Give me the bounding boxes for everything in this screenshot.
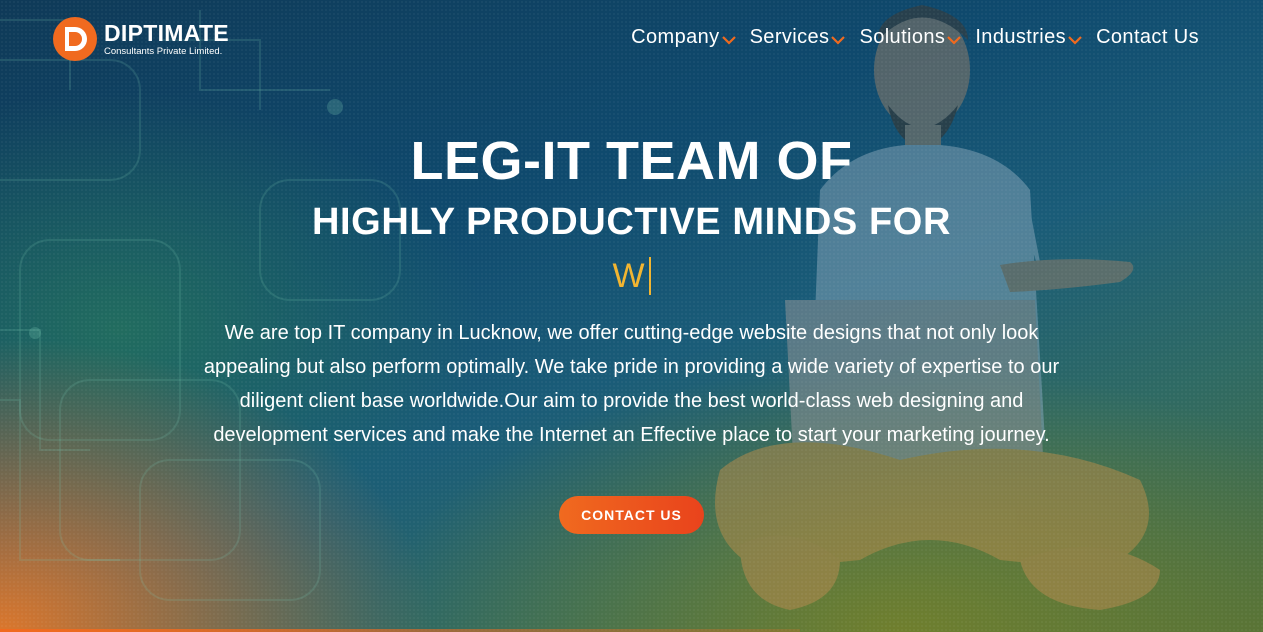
chevron-down-icon [721,35,736,45]
diptimate-logo-icon [53,17,97,61]
hero-description: We are top IT company in Lucknow, we off… [203,322,1060,446]
nav-item-label: Contact Us [1096,26,1199,48]
main-navigation: Company Services Solutions Industries Co… [631,26,1199,49]
chevron-down-icon [1068,35,1082,45]
chevron-down-icon [831,35,846,45]
nav-item-industries[interactable]: Industries [975,26,1082,49]
hero-content: LEG-IT TEAM OF HIGHLY PRODUCTIVE MINDS F… [0,128,1263,534]
brand-name: DIPTIMATE [104,19,229,46]
typed-text: W [612,257,645,295]
brand-logo[interactable]: DIPTIMATE Consultants Private Limited. [52,16,229,62]
typed-text-line: W [0,256,1263,296]
hero-section: DIPTIMATE Consultants Private Limited. C… [0,0,1263,632]
hero-headline: LEG-IT TEAM OF [410,131,853,191]
nav-item-services[interactable]: Services [750,26,846,49]
nav-item-label: Solutions [859,26,946,48]
chevron-down-icon [947,35,962,45]
nav-item-label: Industries [975,26,1067,48]
hero-subheadline: HIGHLY PRODUCTIVE MINDS FOR [311,201,952,243]
nav-item-company[interactable]: Company [631,26,736,49]
nav-item-label: Services [749,26,830,48]
typing-cursor [648,257,651,295]
brand-subtitle: Consultants Private Limited. [104,45,223,57]
nav-item-contact-us[interactable]: Contact Us [1096,26,1199,49]
nav-item-label: Company [631,26,720,48]
contact-us-button[interactable]: CONTACT US [559,496,704,534]
nav-item-solutions[interactable]: Solutions [859,26,962,49]
